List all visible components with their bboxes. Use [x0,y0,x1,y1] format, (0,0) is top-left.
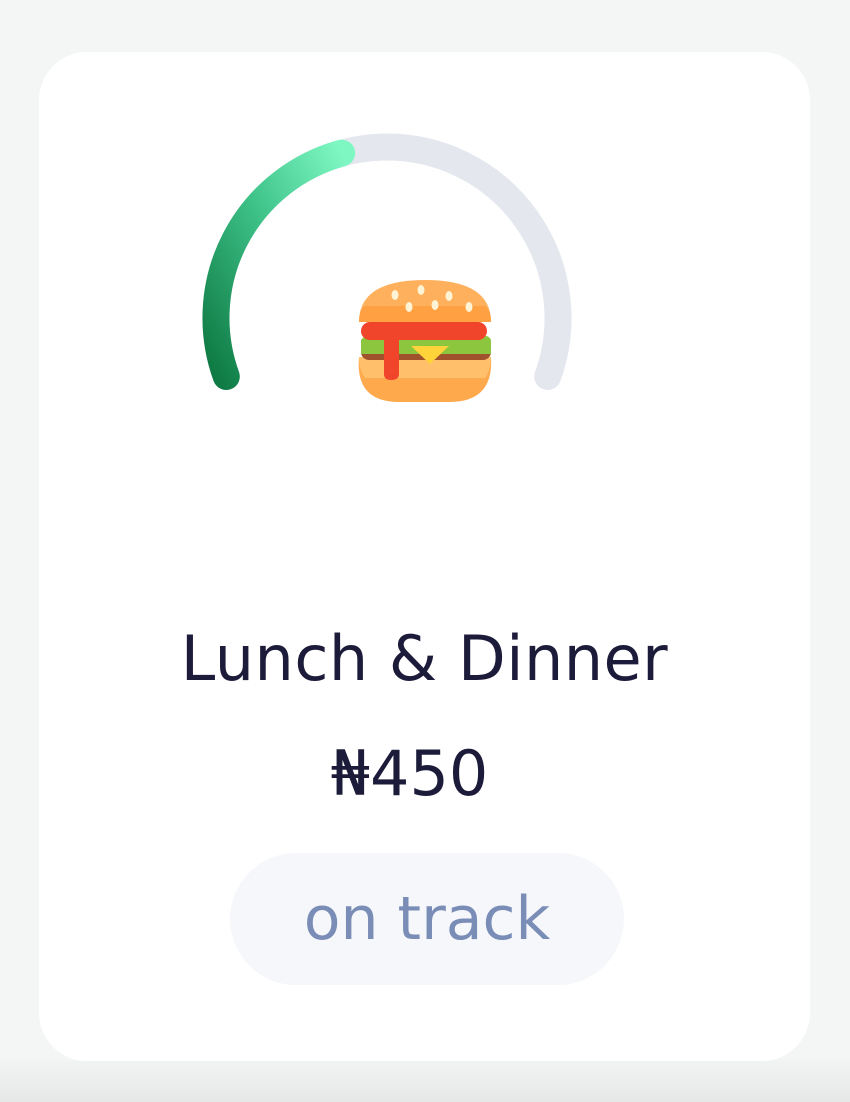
bottom-shade [0,1060,850,1102]
status-badge: on track [230,853,624,985]
budget-card[interactable]: Lunch & Dinner ₦450 on track [39,52,810,1061]
status-label: on track [303,884,551,954]
progress-gauge [202,133,572,402]
gauge-progress [202,139,356,390]
budget-amount: ₦450 [330,737,489,810]
burger-icon [358,280,492,402]
category-title: Lunch & Dinner [180,622,669,695]
